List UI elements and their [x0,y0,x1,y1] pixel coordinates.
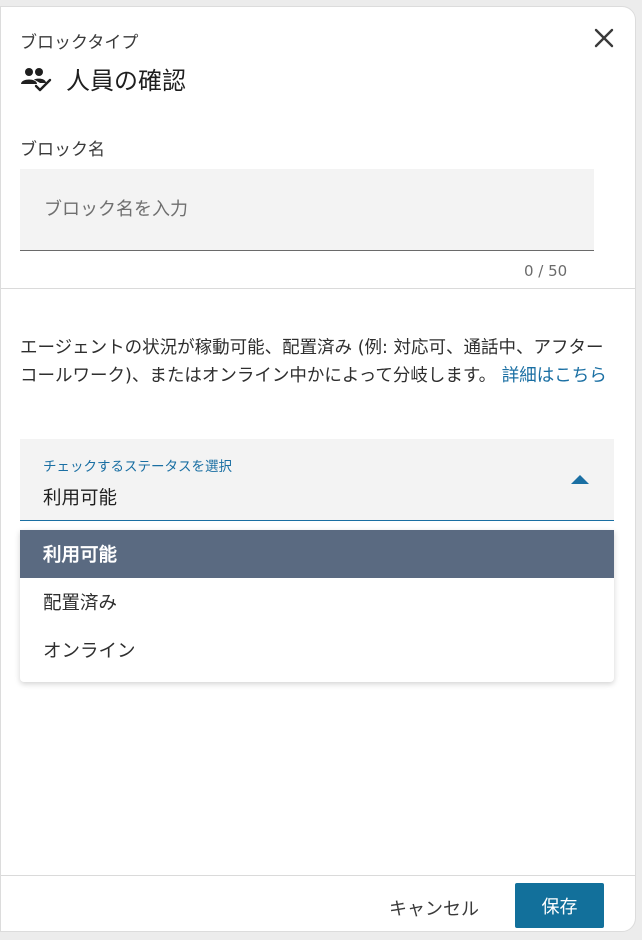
details-link[interactable]: 詳細はこちら [502,366,607,386]
option-assigned[interactable]: 配置済み [20,578,614,626]
block-title: 人員の確認 [66,67,186,95]
close-button[interactable] [589,23,619,53]
option-available[interactable]: 利用可能 [20,530,614,578]
description-text: エージェントの状況が稼動可能、配置済み (例: 対応可、通話中、アフターコールワ… [20,334,620,390]
block-title-row: 人員の確認 [20,61,186,96]
block-name-input[interactable] [20,169,594,251]
footer-divider [1,875,635,876]
block-name-label: ブロック名 [20,140,105,160]
cancel-button[interactable]: キャンセル [373,887,495,929]
status-options-menu: 利用可能 配置済み オンライン [20,530,614,682]
caret-up-icon[interactable] [571,475,589,484]
close-icon [594,28,614,48]
option-online[interactable]: オンライン [20,626,614,674]
save-button[interactable]: 保存 [515,883,604,928]
block-config-panel: ブロックタイプ 人員の確認 ブロック名 0 / 50 エージェントの状況が稼動可… [0,6,636,932]
section-divider [1,288,635,289]
char-counter: 0 / 50 [524,262,568,280]
status-select-label: チェックするステータスを選択 [43,459,232,475]
status-select-value: 利用可能 [43,488,118,509]
people-check-icon [21,67,52,91]
block-type-label: ブロックタイプ [20,33,139,53]
status-select[interactable]: チェックするステータスを選択 利用可能 [20,439,614,521]
